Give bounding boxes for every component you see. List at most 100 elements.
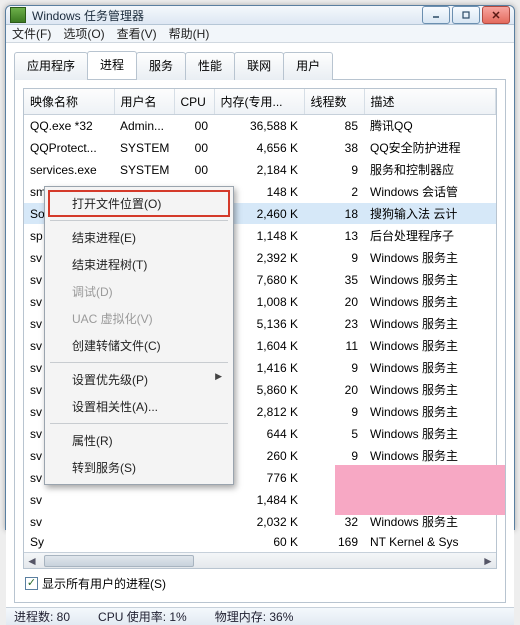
minimize-button[interactable] xyxy=(422,6,450,24)
cell-thr: 38 xyxy=(304,137,364,159)
cell-desc: 后台处理程序子 xyxy=(364,225,496,247)
window-buttons xyxy=(422,6,510,24)
cell-cpu: 00 xyxy=(174,115,214,137)
ctx-separator xyxy=(50,362,228,363)
col-cpu[interactable]: CPU xyxy=(174,89,214,115)
table-row[interactable]: services.exeSYSTEM002,184 K9服务和控制器应 xyxy=(24,159,496,181)
cell-desc: Windows 服务主 xyxy=(364,379,496,401)
titlebar[interactable]: Windows 任务管理器 xyxy=(6,6,514,25)
cell-desc: Windows 服务主 xyxy=(364,357,496,379)
cell-thr: 9 xyxy=(304,401,364,423)
cell-desc: QQ安全防护进程 xyxy=(364,137,496,159)
cell-mem: 36,588 K xyxy=(214,115,304,137)
menu-view[interactable]: 查看(V) xyxy=(117,25,157,42)
cell-thr: 20 xyxy=(304,379,364,401)
close-button[interactable] xyxy=(482,6,510,24)
scroll-thumb[interactable] xyxy=(44,555,194,567)
cell-desc: Windows 服务主 xyxy=(364,313,496,335)
ctx-open-file-location[interactable]: 打开文件位置(O) xyxy=(48,190,230,217)
cell-img: QQ.exe *32 xyxy=(24,115,114,137)
scroll-left-arrow-icon[interactable]: ◄ xyxy=(24,553,40,569)
cell-cpu xyxy=(174,533,214,552)
tab-applications[interactable]: 应用程序 xyxy=(14,52,88,80)
col-description[interactable]: 描述 xyxy=(364,89,496,115)
window-title: Windows 任务管理器 xyxy=(32,7,422,24)
scroll-right-arrow-icon[interactable]: ► xyxy=(480,553,496,569)
cell-cpu: 00 xyxy=(174,137,214,159)
ctx-uac-virtualization[interactable]: UAC 虚拟化(V) xyxy=(48,305,230,332)
cell-desc: Windows 服务主 xyxy=(364,269,496,291)
cell-thr: 85 xyxy=(304,115,364,137)
tab-users[interactable]: 用户 xyxy=(283,52,333,80)
context-menu: 打开文件位置(O) 结束进程(E) 结束进程树(T) 调试(D) UAC 虚拟化… xyxy=(44,186,234,485)
task-manager-window: Windows 任务管理器 文件(F) 选项(O) 查看(V) 帮助(H) 应用… xyxy=(5,5,515,530)
cell-user: SYSTEM xyxy=(114,137,174,159)
app-icon xyxy=(10,7,26,23)
cell-thr: 11 xyxy=(304,335,364,357)
ctx-separator xyxy=(50,423,228,424)
cell-user xyxy=(114,533,174,552)
col-memory[interactable]: 内存(专用... xyxy=(214,89,304,115)
cell-img: sv xyxy=(24,489,114,511)
horizontal-scrollbar[interactable]: ◄ ► xyxy=(24,552,496,568)
cell-desc: Windows 服务主 xyxy=(364,445,496,467)
tab-performance[interactable]: 性能 xyxy=(185,52,235,80)
status-cpu-usage: CPU 使用率: 1% xyxy=(98,608,187,625)
ctx-goto-service[interactable]: 转到服务(S) xyxy=(48,454,230,481)
ctx-set-priority[interactable]: 设置优先级(P) xyxy=(48,366,230,393)
cell-thr: 9 xyxy=(304,247,364,269)
menubar: 文件(F) 选项(O) 查看(V) 帮助(H) xyxy=(6,25,514,43)
cell-thr: 169 xyxy=(304,533,364,552)
cell-desc: Windows 服务主 xyxy=(364,291,496,313)
ctx-set-affinity[interactable]: 设置相关性(A)... xyxy=(48,393,230,420)
cell-desc: Windows 服务主 xyxy=(364,335,496,357)
ctx-end-process[interactable]: 结束进程(E) xyxy=(48,224,230,251)
ctx-end-process-tree[interactable]: 结束进程树(T) xyxy=(48,251,230,278)
cell-user xyxy=(114,511,174,533)
cell-img: sv xyxy=(24,511,114,533)
cell-thr: 9 xyxy=(304,357,364,379)
cell-desc: Windows 服务主 xyxy=(364,423,496,445)
cell-mem: 1,484 K xyxy=(214,489,304,511)
tab-processes[interactable]: 进程 xyxy=(87,51,137,79)
cell-cpu xyxy=(174,511,214,533)
tab-strip: 应用程序 进程 服务 性能 联网 用户 xyxy=(14,51,506,80)
table-row[interactable]: QQ.exe *32Admin...0036,588 K85腾讯QQ xyxy=(24,115,496,137)
col-user-name[interactable]: 用户名 xyxy=(114,89,174,115)
ctx-debug[interactable]: 调试(D) xyxy=(48,278,230,305)
tab-services[interactable]: 服务 xyxy=(136,52,186,80)
status-process-count: 进程数: 80 xyxy=(14,608,70,625)
cell-thr: 2 xyxy=(304,181,364,203)
show-all-users-label: 显示所有用户的进程(S) xyxy=(42,575,166,592)
cell-thr: 9 xyxy=(304,445,364,467)
col-threads[interactable]: 线程数 xyxy=(304,89,364,115)
cell-desc: 搜狗输入法 云计 xyxy=(364,203,496,225)
cell-desc: Windows 会话管 xyxy=(364,181,496,203)
status-bar: 进程数: 80 CPU 使用率: 1% 物理内存: 36% xyxy=(6,607,514,625)
maximize-button[interactable] xyxy=(452,6,480,24)
table-row[interactable]: Sy60 K169NT Kernel & Sys xyxy=(24,533,496,552)
cell-mem: 4,656 K xyxy=(214,137,304,159)
show-all-users-checkbox[interactable]: ✓ xyxy=(25,577,38,590)
cell-user xyxy=(114,489,174,511)
cell-img: QQProtect... xyxy=(24,137,114,159)
cell-img: Sy xyxy=(24,533,114,552)
menu-help[interactable]: 帮助(H) xyxy=(169,25,210,42)
cell-cpu: 00 xyxy=(174,159,214,181)
cell-mem: 60 K xyxy=(214,533,304,552)
cell-img: services.exe xyxy=(24,159,114,181)
cell-desc: Windows 服务主 xyxy=(364,247,496,269)
ctx-create-dump[interactable]: 创建转储文件(C) xyxy=(48,332,230,359)
menu-options[interactable]: 选项(O) xyxy=(63,25,104,42)
cell-thr: 23 xyxy=(304,313,364,335)
cell-thr: 20 xyxy=(304,291,364,313)
tab-networking[interactable]: 联网 xyxy=(234,52,284,80)
table-row[interactable]: QQProtect...SYSTEM004,656 K38QQ安全防护进程 xyxy=(24,137,496,159)
col-image-name[interactable]: 映像名称 xyxy=(24,89,114,115)
cell-thr: 13 xyxy=(304,225,364,247)
ctx-properties[interactable]: 属性(R) xyxy=(48,427,230,454)
cell-user: Admin... xyxy=(114,115,174,137)
menu-file[interactable]: 文件(F) xyxy=(12,25,51,42)
ctx-separator xyxy=(50,220,228,221)
show-all-users-row: ✓ 显示所有用户的进程(S) xyxy=(23,569,497,594)
